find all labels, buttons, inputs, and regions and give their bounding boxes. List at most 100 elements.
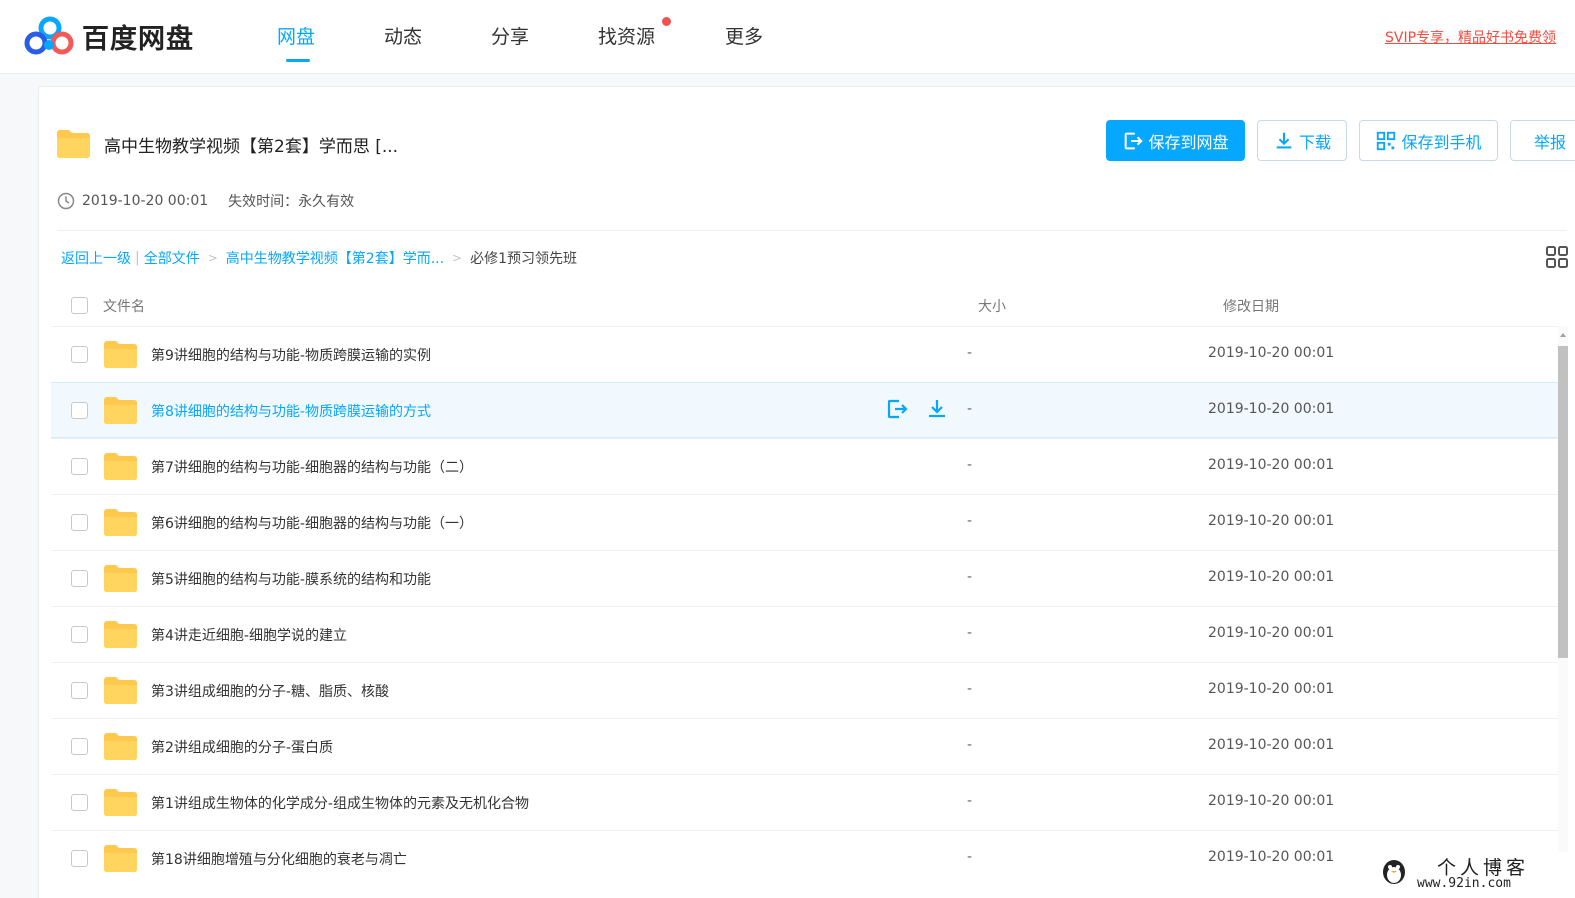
nav-tab-more[interactable]: 更多 <box>725 22 763 49</box>
row-checkbox[interactable] <box>71 458 88 475</box>
divider <box>57 230 1567 231</box>
row-checkbox[interactable] <box>71 570 88 587</box>
file-name[interactable]: 第7讲细胞的结构与功能-细胞器的结构与功能（二） <box>151 457 473 477</box>
table-row[interactable]: 第18讲细胞增殖与分化细胞的衰老与凋亡 - 2019-10-20 00:01 <box>51 830 1558 886</box>
file-size: - <box>967 401 973 417</box>
file-modified-date: 2019-10-20 00:01 <box>1208 737 1335 753</box>
download-button[interactable]: 下载 <box>1257 120 1347 161</box>
baidu-netdisk-logo[interactable]: 百度网盘 <box>24 15 214 57</box>
table-row[interactable]: 第9讲细胞的结构与功能-物质跨膜运输的实例 - 2019-10-20 00:01 <box>51 326 1558 382</box>
table-row[interactable]: 第5讲细胞的结构与功能-膜系统的结构和功能 - 2019-10-20 00:01 <box>51 550 1558 606</box>
table-row[interactable]: 第7讲细胞的结构与功能-细胞器的结构与功能（二） - 2019-10-20 00:0… <box>51 438 1558 494</box>
file-name[interactable]: 第5讲细胞的结构与功能-膜系统的结构和功能 <box>151 569 431 589</box>
folder-icon <box>104 845 137 872</box>
file-name[interactable]: 第2讲组成细胞的分子-蛋白质 <box>151 737 333 757</box>
file-size: - <box>967 457 973 473</box>
blog-watermark: 个人博客 www.92in.com <box>1375 852 1575 898</box>
scrollbar-thumb[interactable] <box>1558 346 1568 658</box>
download-icon[interactable] <box>925 397 949 421</box>
row-checkbox[interactable] <box>71 682 88 699</box>
breadcrumb-arrow: > <box>207 251 218 265</box>
folder-icon <box>104 621 137 648</box>
app-name: 百度网盘 <box>82 23 194 55</box>
breadcrumb: 返回上一级 | 全部文件 > 高中生物教学视频【第2套】学而... > 必修1预… <box>61 248 577 268</box>
save-to-netdisk-icon <box>1125 132 1144 149</box>
file-name[interactable]: 第3讲组成细胞的分子-糖、脂质、核酸 <box>151 681 389 701</box>
table-row[interactable]: 第2讲组成细胞的分子-蛋白质 - 2019-10-20 00:01 <box>51 718 1558 774</box>
top-nav-bar: 百度网盘 网盘 动态 分享 找资源 更多 SVIP专享，精品好书免费领 <box>0 0 1575 74</box>
header-size[interactable]: 大小 <box>978 296 1006 316</box>
folder-icon <box>57 130 90 158</box>
penguin-avatar-icon <box>1383 860 1405 884</box>
row-checkbox[interactable] <box>71 402 88 419</box>
table-row[interactable]: 第3讲组成细胞的分子-糖、脂质、核酸 - 2019-10-20 00:01 <box>51 662 1558 718</box>
file-modified-date: 2019-10-20 00:01 <box>1208 849 1335 865</box>
nav-tab-find-resources[interactable]: 找资源 <box>598 22 655 49</box>
active-tab-indicator <box>286 59 310 62</box>
report-label: 举报 <box>1533 132 1566 152</box>
row-checkbox[interactable] <box>71 514 88 531</box>
table-row[interactable]: 第6讲细胞的结构与功能-细胞器的结构与功能（一） - 2019-10-20 00:0… <box>51 494 1558 550</box>
header-filename[interactable]: 文件名 <box>103 296 145 316</box>
share-title: 高中生物教学视频【第2套】学而思 [... <box>104 136 399 157</box>
save-to-netdisk-label: 保存到网盘 <box>1148 132 1229 152</box>
row-checkbox[interactable] <box>71 738 88 755</box>
file-name[interactable]: 第4讲走近细胞-细胞学说的建立 <box>151 625 347 645</box>
file-name[interactable]: 第9讲细胞的结构与功能-物质跨膜运输的实例 <box>151 345 431 365</box>
table-row[interactable]: 第4讲走近细胞-细胞学说的建立 - 2019-10-20 00:01 <box>51 606 1558 662</box>
file-table-header: 文件名 大小 修改日期 <box>51 284 1568 326</box>
file-size: - <box>967 625 973 641</box>
breadcrumb-back-link[interactable]: 返回上一级 <box>61 248 131 268</box>
row-checkbox[interactable] <box>71 850 88 867</box>
file-size: - <box>967 737 973 753</box>
header-modified-date[interactable]: 修改日期 <box>1223 296 1279 316</box>
folder-icon <box>104 733 137 760</box>
file-size: - <box>967 513 973 529</box>
file-name[interactable]: 第18讲细胞增殖与分化细胞的衰老与凋亡 <box>151 849 407 869</box>
breadcrumb-all-files[interactable]: 全部文件 <box>144 248 200 268</box>
folder-icon <box>104 565 137 592</box>
share-time: 2019-10-20 00:01 <box>82 193 209 209</box>
table-row[interactable]: 第1讲组成生物体的化学成分-组成生物体的元素及无机化合物 - 2019-10-20 … <box>51 774 1558 830</box>
file-modified-date: 2019-10-20 00:01 <box>1208 345 1335 361</box>
grid-view-icon[interactable] <box>1546 246 1568 268</box>
nav-tab-share[interactable]: 分享 <box>491 22 529 49</box>
save-to-phone-label: 保存到手机 <box>1401 132 1482 152</box>
file-size: - <box>967 681 973 697</box>
file-modified-date: 2019-10-20 00:01 <box>1208 513 1335 529</box>
row-checkbox[interactable] <box>71 794 88 811</box>
breadcrumb-separator: | <box>135 250 140 266</box>
save-to-netdisk-button[interactable]: 保存到网盘 <box>1106 120 1245 161</box>
file-list: 第9讲细胞的结构与功能-物质跨膜运输的实例 -2019-10-20 00:01 第8… <box>51 326 1558 886</box>
folder-icon <box>104 341 137 368</box>
svip-promo-link[interactable]: SVIP专享，精品好书免费领 <box>1385 27 1575 47</box>
download-label: 下载 <box>1298 132 1331 152</box>
breadcrumb-arrow: > <box>452 251 463 265</box>
qr-code-icon <box>1377 131 1396 150</box>
file-name[interactable]: 第1讲组成生物体的化学成分-组成生物体的元素及无机化合物 <box>151 793 529 813</box>
file-modified-date: 2019-10-20 00:01 <box>1208 457 1335 473</box>
cloud-logo-icon <box>24 16 74 55</box>
folder-icon <box>104 397 137 424</box>
save-to-phone-button[interactable]: 保存到手机 <box>1359 120 1498 161</box>
row-checkbox[interactable] <box>71 626 88 643</box>
scroll-up-arrow-icon[interactable] <box>1558 328 1568 342</box>
file-modified-date: 2019-10-20 00:01 <box>1208 625 1335 641</box>
select-all-checkbox[interactable] <box>71 297 88 314</box>
file-name[interactable]: 第8讲细胞的结构与功能-物质跨膜运输的方式 <box>151 401 431 421</box>
nav-tab-activity[interactable]: 动态 <box>384 22 422 49</box>
file-name[interactable]: 第6讲细胞的结构与功能-细胞器的结构与功能（一） <box>151 513 473 533</box>
row-checkbox[interactable] <box>71 346 88 363</box>
report-button[interactable]: 举报 <box>1510 120 1575 161</box>
folder-icon <box>104 453 137 480</box>
row-actions <box>885 397 965 421</box>
breadcrumb-parent-folder[interactable]: 高中生物教学视频【第2套】学而... <box>226 248 444 268</box>
nav-tab-netdisk[interactable]: 网盘 <box>277 22 315 49</box>
file-modified-date: 2019-10-20 00:01 <box>1208 569 1335 585</box>
file-size: - <box>967 569 973 585</box>
table-row[interactable]: 第8讲细胞的结构与功能-物质跨膜运输的方式 - 2019-10-20 00:01 <box>51 382 1558 438</box>
watermark-url: www.92in.com <box>1417 876 1511 891</box>
save-to-netdisk-icon[interactable] <box>885 397 909 421</box>
folder-icon <box>104 789 137 816</box>
share-title-row: 高中生物教学视频【第2套】学而思 [... <box>57 126 398 162</box>
